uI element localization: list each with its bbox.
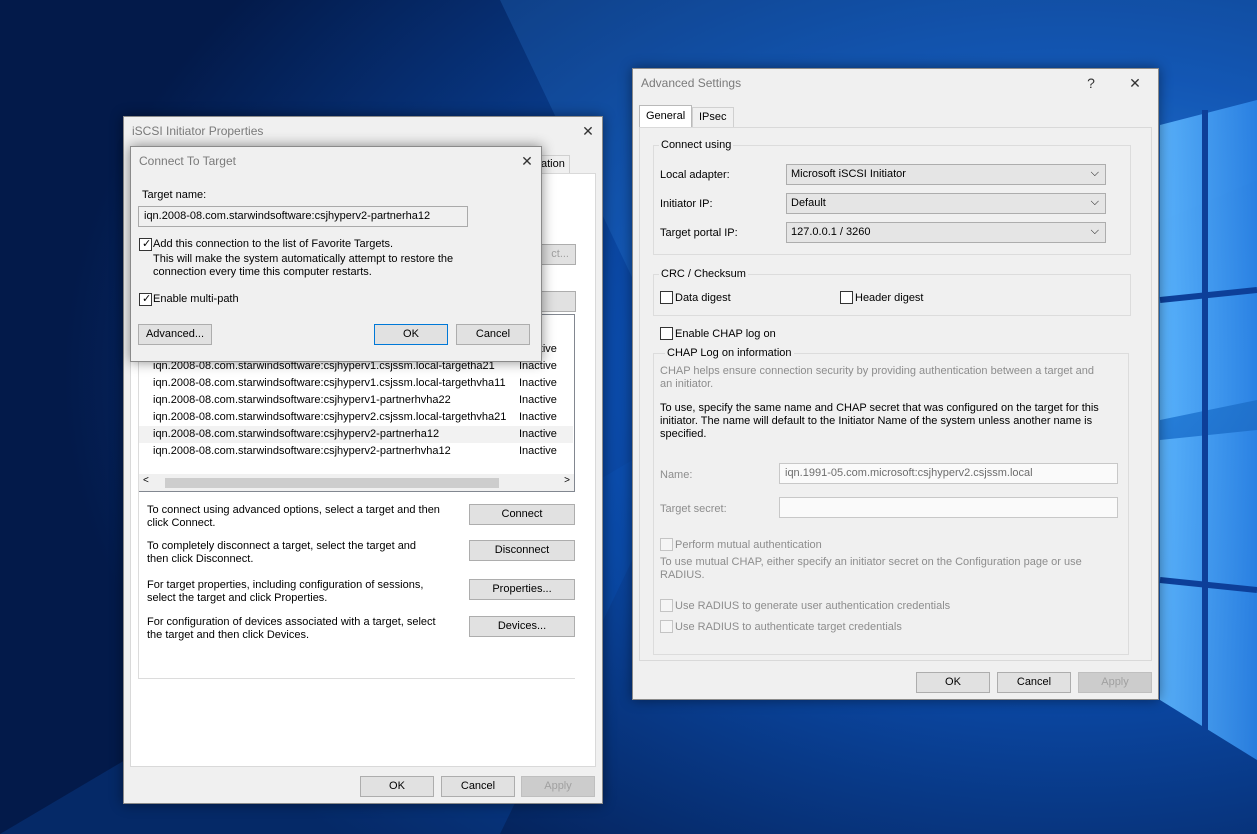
iscsi-apply-button[interactable]: Apply bbox=[521, 776, 595, 797]
target-secret-field[interactable] bbox=[779, 497, 1118, 518]
tab-label: ation bbox=[541, 158, 565, 170]
favorite-targets-checkbox[interactable]: ✓ bbox=[139, 238, 152, 251]
mutual-auth-desc: To use mutual CHAP, either specify an in… bbox=[660, 556, 1082, 581]
table-row[interactable]: iqn.2008-08.com.starwindsoftware:csjhype… bbox=[139, 426, 573, 443]
panel-bottom-border bbox=[138, 678, 575, 679]
target-status-cell: Inactive bbox=[519, 394, 557, 406]
radius-generate-label: Use RADIUS to generate user authenticati… bbox=[675, 600, 951, 612]
advanced-ok-button[interactable]: OK bbox=[916, 672, 990, 693]
initiator-ip-label: Initiator IP: bbox=[660, 198, 713, 210]
enable-chap-label: Enable CHAP log on bbox=[675, 328, 776, 340]
radius-authenticate-label: Use RADIUS to authenticate target creden… bbox=[675, 621, 902, 633]
scroll-left-icon[interactable]: < bbox=[143, 475, 149, 486]
chevron-down-icon: ⌵ bbox=[1090, 225, 1099, 237]
iscsi-window-title: iSCSI Initiator Properties bbox=[132, 124, 264, 138]
multipath-checkbox[interactable]: ✓ bbox=[139, 293, 152, 306]
header-digest-checkbox[interactable] bbox=[840, 291, 853, 304]
devices-help-text: For configuration of devices associated … bbox=[147, 616, 436, 641]
multipath-label: Enable multi-path bbox=[153, 293, 239, 305]
chap-logon-legend: CHAP Log on information bbox=[665, 347, 794, 359]
disconnect-button[interactable]: Disconnect bbox=[469, 540, 575, 561]
target-name-cell: iqn.2008-08.com.starwindsoftware:csjhype… bbox=[153, 411, 507, 423]
advanced-settings-dialog: Advanced Settings ? ✕ General IPsec Conn… bbox=[632, 68, 1159, 700]
connect-cancel-button[interactable]: Cancel bbox=[456, 324, 530, 345]
mutual-auth-label: Perform mutual authentication bbox=[675, 539, 822, 551]
connect-button[interactable]: Connect bbox=[469, 504, 575, 525]
close-icon[interactable]: ✕ bbox=[515, 151, 539, 171]
local-adapter-value: Microsoft iSCSI Initiator bbox=[791, 168, 906, 180]
crc-checksum-legend: CRC / Checksum bbox=[659, 268, 748, 280]
chap-instructions-text: To use, specify the same name and CHAP s… bbox=[660, 402, 1099, 440]
data-digest-label: Data digest bbox=[675, 292, 731, 304]
target-name-cell: iqn.2008-08.com.starwindsoftware:csjhype… bbox=[153, 377, 506, 389]
target-status-cell: Inactive bbox=[519, 411, 557, 423]
connect-ok-button[interactable]: OK bbox=[374, 324, 448, 345]
advanced-button[interactable]: Advanced... bbox=[138, 324, 212, 345]
check-icon: ✓ bbox=[142, 293, 152, 305]
properties-button[interactable]: Properties... bbox=[469, 579, 575, 600]
target-name-cell: iqn.2008-08.com.starwindsoftware:csjhype… bbox=[153, 445, 451, 457]
table-row[interactable]: iqn.2008-08.com.starwindsoftware:csjhype… bbox=[139, 443, 573, 460]
horizontal-scrollbar[interactable]: < > bbox=[139, 474, 574, 491]
help-icon[interactable]: ? bbox=[1079, 73, 1103, 93]
enable-chap-checkbox[interactable] bbox=[660, 327, 673, 340]
target-secret-label: Target secret: bbox=[660, 503, 727, 515]
connect-using-legend: Connect using bbox=[659, 139, 734, 151]
target-status-cell: Inactive bbox=[519, 445, 557, 457]
advanced-dialog-title: Advanced Settings bbox=[641, 76, 742, 90]
target-name-label: Target name: bbox=[142, 189, 207, 201]
close-icon[interactable]: ✕ bbox=[576, 121, 600, 141]
tab-ipsec[interactable]: IPsec bbox=[692, 107, 734, 127]
favorite-targets-label: Add this connection to the list of Favor… bbox=[153, 238, 394, 250]
chap-help-text: CHAP helps ensure connection security by… bbox=[660, 365, 1094, 390]
local-adapter-select[interactable]: Microsoft iSCSI Initiator ⌵ bbox=[786, 164, 1106, 185]
target-portal-ip-value: 127.0.0.1 / 3260 bbox=[791, 226, 871, 238]
tab-general[interactable]: General bbox=[639, 105, 693, 127]
table-row[interactable]: iqn.2008-08.com.starwindsoftware:csjhype… bbox=[139, 392, 573, 409]
chap-name-label: Name: bbox=[660, 469, 693, 481]
connect-to-target-dialog: Connect To Target ✕ Target name: iqn.200… bbox=[130, 146, 542, 362]
radius-authenticate-checkbox[interactable] bbox=[660, 620, 673, 633]
initiator-ip-select[interactable]: Default ⌵ bbox=[786, 193, 1106, 214]
scroll-thumb[interactable] bbox=[165, 478, 499, 488]
chevron-down-icon: ⌵ bbox=[1090, 196, 1099, 208]
check-icon: ✓ bbox=[142, 238, 152, 250]
local-adapter-label: Local adapter: bbox=[660, 169, 730, 181]
target-name-field[interactable]: iqn.2008-08.com.starwindsoftware:csjhype… bbox=[138, 206, 468, 227]
iscsi-ok-button[interactable]: OK bbox=[360, 776, 434, 797]
favorite-targets-desc: This will make the system automatically … bbox=[153, 253, 454, 278]
quick-connect-label: ct... bbox=[551, 248, 569, 260]
data-digest-checkbox[interactable] bbox=[660, 291, 673, 304]
disconnect-help-text: To completely disconnect a target, selec… bbox=[147, 540, 417, 565]
mutual-auth-checkbox[interactable] bbox=[660, 538, 673, 551]
target-name-cell: iqn.2008-08.com.starwindsoftware:csjhype… bbox=[153, 394, 451, 406]
close-icon[interactable]: ✕ bbox=[1123, 73, 1147, 93]
target-name-cell: iqn.2008-08.com.starwindsoftware:csjhype… bbox=[153, 428, 440, 440]
scroll-right-icon[interactable]: > bbox=[564, 475, 570, 486]
table-row[interactable]: iqn.2008-08.com.starwindsoftware:csjhype… bbox=[139, 409, 573, 426]
target-status-cell: Inactive bbox=[519, 377, 557, 389]
target-portal-ip-select[interactable]: 127.0.0.1 / 3260 ⌵ bbox=[786, 222, 1106, 243]
connect-dialog-title: Connect To Target bbox=[139, 154, 236, 168]
connect-help-text: To connect using advanced options, selec… bbox=[147, 504, 440, 529]
chap-name-field[interactable]: iqn.1991-05.com.microsoft:csjhyperv2.csj… bbox=[779, 463, 1118, 484]
header-digest-label: Header digest bbox=[855, 292, 924, 304]
initiator-ip-value: Default bbox=[791, 197, 826, 209]
iscsi-cancel-button[interactable]: Cancel bbox=[441, 776, 515, 797]
devices-button[interactable]: Devices... bbox=[469, 616, 575, 637]
table-row[interactable]: iqn.2008-08.com.starwindsoftware:csjhype… bbox=[139, 375, 573, 392]
radius-generate-checkbox[interactable] bbox=[660, 599, 673, 612]
target-portal-ip-label: Target portal IP: bbox=[660, 227, 738, 239]
target-status-cell: Inactive bbox=[519, 428, 557, 440]
advanced-apply-button[interactable]: Apply bbox=[1078, 672, 1152, 693]
properties-help-text: For target properties, including configu… bbox=[147, 579, 424, 604]
advanced-cancel-button[interactable]: Cancel bbox=[997, 672, 1071, 693]
chevron-down-icon: ⌵ bbox=[1090, 167, 1099, 179]
